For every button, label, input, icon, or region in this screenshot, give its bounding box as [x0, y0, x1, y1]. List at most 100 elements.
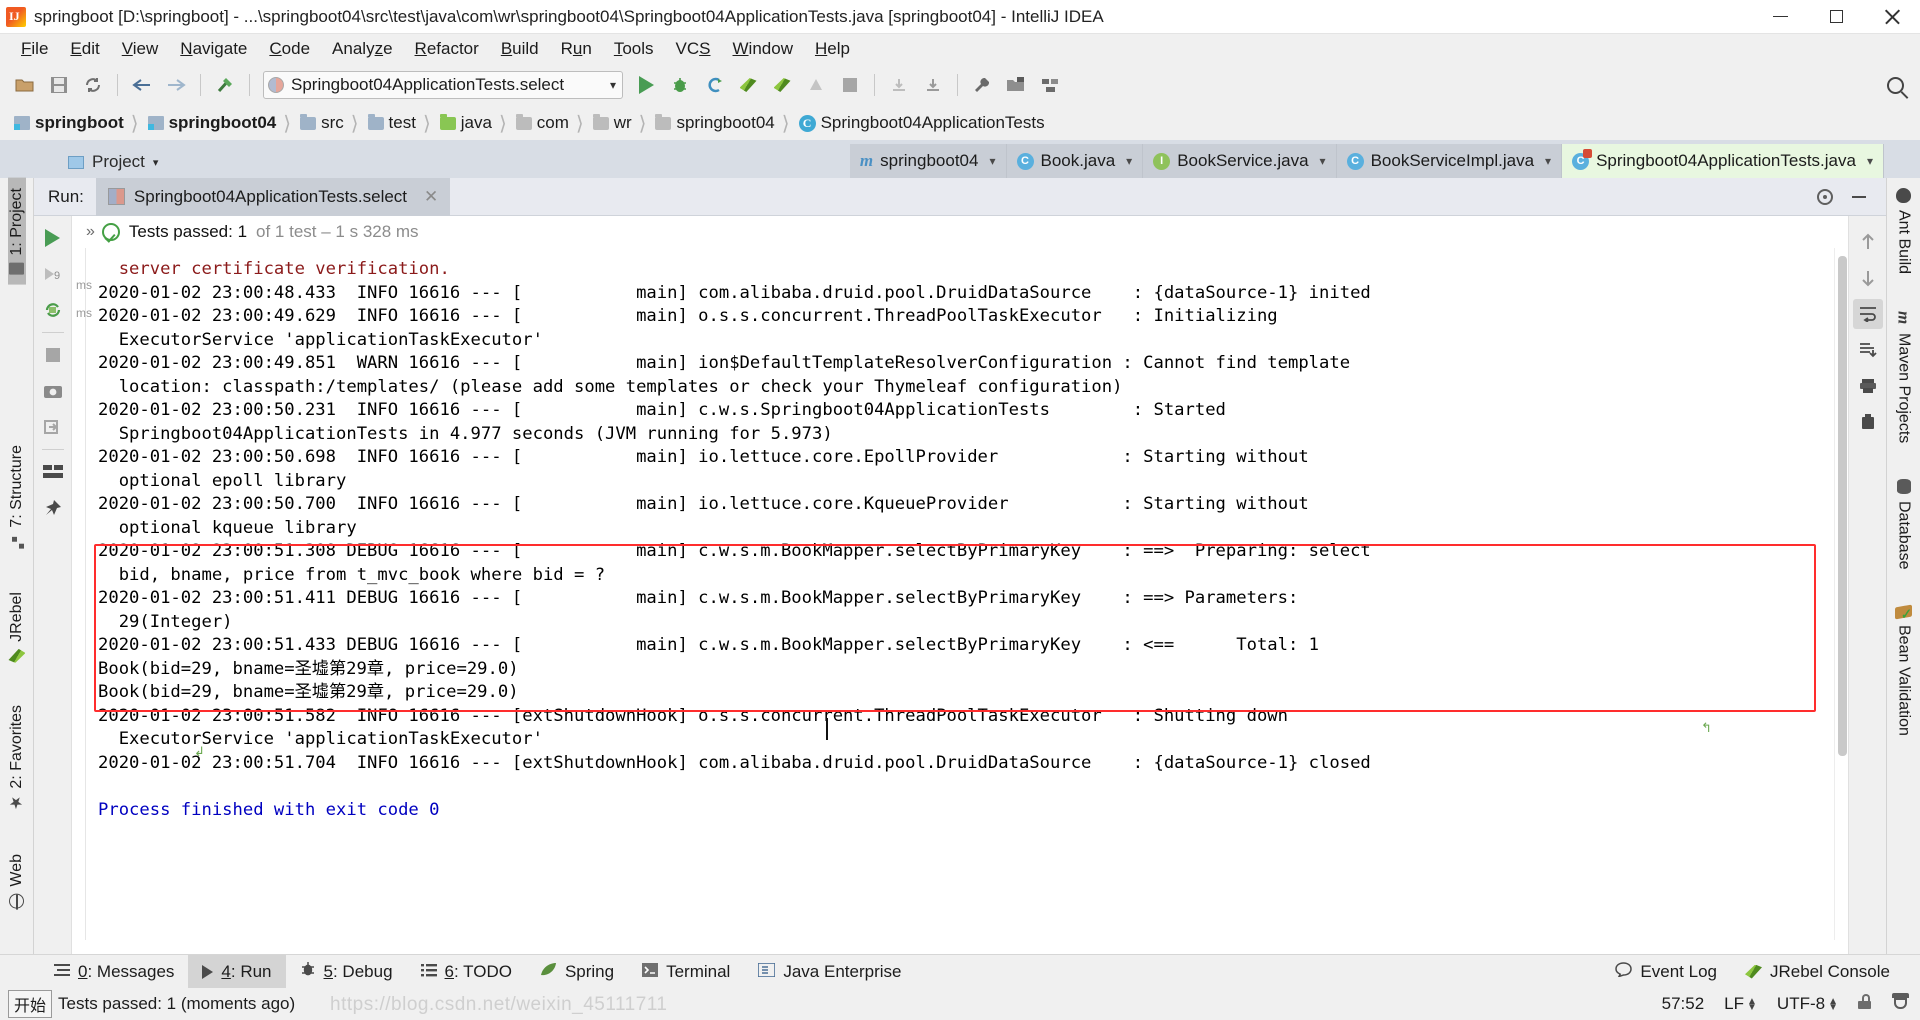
bottom-tab-jrebel-console[interactable]: JRebel Console: [1731, 955, 1904, 989]
breadcrumb-item-springboot[interactable]: springboot: [8, 110, 128, 136]
run-button[interactable]: [631, 70, 661, 100]
soft-wrap-button[interactable]: [1852, 299, 1883, 329]
minimize-button[interactable]: [1752, 0, 1808, 34]
stop-icon[interactable]: [835, 70, 865, 100]
run-session-tab[interactable]: Springboot04ApplicationTests.select ✕: [95, 177, 451, 216]
bottom-tab-run[interactable]: 4: Run: [188, 954, 286, 989]
breadcrumb-item-src[interactable]: src: [294, 110, 348, 136]
run-settings-button[interactable]: [1810, 182, 1840, 212]
menu-view[interactable]: View: [111, 36, 170, 62]
scrollbar-thumb[interactable]: [1838, 256, 1847, 756]
ime-indicator[interactable]: 开始: [8, 990, 53, 1018]
editor-tab-springboot04applicationtests-java[interactable]: C Springboot04ApplicationTests.java ▾: [1562, 144, 1884, 178]
bottom-tab-terminal[interactable]: Terminal: [628, 955, 744, 989]
scroll-to-end-button[interactable]: [1853, 335, 1883, 365]
menu-code[interactable]: Code: [258, 36, 321, 62]
debug-button[interactable]: [665, 70, 695, 100]
pin-button[interactable]: [38, 493, 68, 523]
menu-navigate[interactable]: Navigate: [169, 36, 258, 62]
open-project-icon[interactable]: [10, 70, 40, 100]
interface-icon: I: [1153, 152, 1171, 170]
breadcrumb-item-wr[interactable]: wr: [587, 110, 636, 136]
readonly-toggle[interactable]: [1848, 994, 1881, 1014]
run-configuration-selector[interactable]: Springboot04ApplicationTests.select ▾: [263, 71, 623, 99]
editor-tab-bookserviceimpl-java[interactable]: C BookServiceImpl.java ▾: [1336, 144, 1563, 178]
console-text-area[interactable]: server certificate verification. 2020-01…: [86, 248, 1834, 940]
menu-vcs[interactable]: VCS: [665, 36, 722, 62]
menu-run[interactable]: Run: [550, 36, 603, 62]
menu-file[interactable]: File: [10, 36, 59, 62]
run-coverage-button[interactable]: [699, 70, 729, 100]
close-button[interactable]: [1864, 0, 1920, 34]
breadcrumb-item-java[interactable]: java: [434, 110, 496, 136]
bottom-tab-event-log[interactable]: Event Log: [1601, 955, 1731, 989]
breadcrumb-item-test[interactable]: test: [362, 110, 420, 136]
breadcrumb-label: Springboot04ApplicationTests: [820, 113, 1045, 132]
caret-position[interactable]: 57:52: [1652, 994, 1715, 1014]
hide-tool-window-button[interactable]: [1844, 182, 1874, 212]
editor-tab-bookservice-java[interactable]: I BookService.java ▾: [1143, 144, 1337, 178]
bottom-tab-messages[interactable]: 0: Messages: [40, 955, 188, 989]
clear-all-button[interactable]: [1853, 407, 1883, 437]
search-everywhere-button[interactable]: [1880, 70, 1910, 100]
save-all-icon[interactable]: [44, 70, 74, 100]
menu-refactor[interactable]: Refactor: [404, 36, 490, 62]
project-tool-header[interactable]: Project ▾: [60, 152, 172, 178]
rerun-button[interactable]: [38, 223, 68, 253]
bottom-tab-debug[interactable]: 5: Debug: [286, 955, 407, 989]
screenshot-button[interactable]: [38, 376, 68, 406]
sdk-manager-icon[interactable]: [1035, 70, 1065, 100]
menu-help[interactable]: Help: [804, 36, 861, 62]
console-horizontal-scrollbar[interactable]: [72, 940, 1848, 954]
back-icon[interactable]: [127, 70, 157, 100]
build-hammer-icon[interactable]: [210, 70, 240, 100]
bottom-tab-spring[interactable]: Spring: [526, 955, 628, 989]
sidebar-item-maven-projects[interactable]: m Maven Projects: [1895, 300, 1914, 453]
expand-icon[interactable]: »: [86, 223, 95, 241]
print-button[interactable]: [1853, 371, 1883, 401]
scroll-up-button[interactable]: [1853, 227, 1883, 257]
jrebel-debug-icon[interactable]: [767, 70, 797, 100]
project-structure-icon[interactable]: [1001, 70, 1031, 100]
maximize-button[interactable]: [1808, 0, 1864, 34]
menu-window[interactable]: Window: [722, 36, 804, 62]
sidebar-item-ant-build[interactable]: Ant Build: [1895, 178, 1913, 284]
rerun-failed-button: 9: [38, 259, 68, 289]
sidebar-item-bean-validation[interactable]: Bean Validation: [1895, 596, 1913, 746]
breadcrumb-separator-icon: ⟩: [283, 112, 292, 135]
forward-icon[interactable]: [161, 70, 191, 100]
menu-build[interactable]: Build: [490, 36, 550, 62]
breadcrumb-item-com[interactable]: com: [510, 110, 573, 136]
editor-tab-springboot04[interactable]: m springboot04 ▾: [849, 144, 1007, 178]
menu-bar: File Edit View Navigate Code Analyze Ref…: [0, 34, 1920, 64]
breadcrumb-item-test-class[interactable]: C Springboot04ApplicationTests: [793, 110, 1049, 136]
bottom-tab-java-enterprise[interactable]: Java Enterprise: [744, 955, 915, 989]
menu-analyze[interactable]: Analyze: [321, 36, 404, 62]
sync-icon[interactable]: [78, 70, 108, 100]
bottom-tab-todo[interactable]: 6: TODO: [407, 955, 526, 989]
sidebar-item-jrebel[interactable]: JRebel: [8, 582, 26, 673]
scroll-down-button[interactable]: [1853, 263, 1883, 293]
close-icon[interactable]: ✕: [424, 187, 438, 207]
sidebar-item-favorites[interactable]: ★ 2: Favorites: [8, 695, 26, 822]
status-bar: 开始 Tests passed: 1 (moments ago) https:/…: [0, 988, 1920, 1020]
restart-button[interactable]: [38, 295, 68, 325]
menu-edit[interactable]: Edit: [59, 36, 110, 62]
sidebar-item-project[interactable]: 1: Project: [7, 178, 26, 285]
breadcrumb-item-springboot04-package[interactable]: springboot04: [649, 110, 778, 136]
sidebar-item-web[interactable]: Web: [8, 844, 26, 919]
minimize-icon: [1852, 195, 1866, 198]
console-vertical-scrollbar[interactable]: [1834, 248, 1848, 940]
jrebel-run-icon[interactable]: [733, 70, 763, 100]
breadcrumb-item-springboot04[interactable]: springboot04: [142, 110, 281, 136]
layout-button[interactable]: [38, 457, 68, 487]
settings-wrench-icon[interactable]: [967, 70, 997, 100]
console-pane: » Tests passed: 1 of 1 test – 1 s 328 ms…: [72, 216, 1848, 954]
sidebar-item-structure[interactable]: 7: Structure: [8, 435, 26, 561]
inspection-level[interactable]: [1881, 993, 1920, 1015]
menu-tools[interactable]: Tools: [603, 36, 665, 62]
sidebar-item-database[interactable]: Database: [1895, 469, 1913, 580]
line-separator[interactable]: LF ▲ ▼: [1714, 994, 1767, 1014]
editor-tab-book-java[interactable]: C Book.java ▾: [1006, 144, 1144, 178]
file-encoding[interactable]: UTF-8 ▲ ▼: [1767, 994, 1848, 1014]
